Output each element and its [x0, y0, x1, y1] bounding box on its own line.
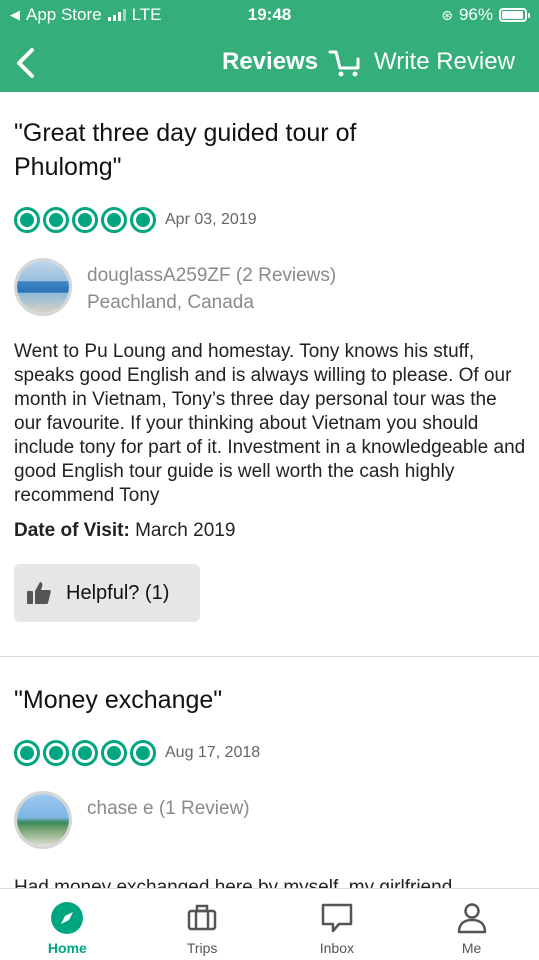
review-body: Went to Pu Loung and homestay. Tony know…	[14, 341, 526, 506]
review-title[interactable]: "Great three day guided tour of Phulomg"	[14, 116, 394, 184]
rating-bubble-icon	[43, 740, 69, 766]
author-block[interactable]: douglassA259ZF (2 Reviews) Peachland, Ca…	[14, 258, 525, 316]
status-bar: ◀ App Store LTE 19:48 ⊛ 96%	[0, 0, 539, 30]
cart-icon[interactable]	[328, 48, 362, 78]
tab-label: Me	[461, 940, 482, 956]
tab-label: Inbox	[319, 940, 354, 956]
compass-icon	[50, 901, 84, 935]
avatar[interactable]	[14, 258, 72, 316]
review-date: Aug 17, 2018	[165, 744, 261, 761]
chevron-left-icon[interactable]	[12, 46, 40, 80]
rating-bubble-icon	[72, 740, 98, 766]
author-info: chase e (1 Review)	[87, 795, 250, 822]
rating-bubbles	[14, 207, 156, 233]
rating-bubble-icon	[72, 207, 98, 233]
rating-bubble-icon	[101, 740, 127, 766]
date-of-visit: Date of Visit: March 2019	[14, 520, 525, 542]
tab-label: Trips	[186, 940, 218, 956]
visit-value: March 2019	[135, 520, 236, 541]
divider	[0, 656, 539, 657]
tab-me[interactable]: Me	[404, 889, 539, 960]
review-title[interactable]: "Money exchange"	[14, 683, 394, 717]
status-right: ⊛ 96%	[441, 5, 530, 25]
author-block[interactable]: chase e (1 Review)	[14, 791, 525, 849]
review-body: Had money exchanged here by myself, my g…	[14, 877, 453, 888]
thumbs-up-icon	[27, 582, 51, 604]
author-name[interactable]: chase e (1 Review)	[87, 795, 250, 822]
avatar[interactable]	[14, 791, 72, 849]
author-info: douglassA259ZF (2 Reviews) Peachland, Ca…	[87, 262, 336, 316]
battery-percent: 96%	[458, 5, 493, 24]
rating-row: Aug 17, 2018	[14, 739, 525, 767]
author-name[interactable]: douglassA259ZF (2 Reviews)	[87, 262, 336, 289]
tab-label: Home	[47, 940, 87, 956]
review-card: "Money exchange" Aug 17, 2018 chase e (1…	[0, 683, 539, 888]
rating-bubble-icon	[130, 207, 156, 233]
review-card: "Great three day guided tour of Phulomg"…	[0, 116, 539, 657]
tab-inbox[interactable]: Inbox	[270, 889, 405, 960]
write-review-button[interactable]: Write Review	[374, 48, 515, 76]
message-icon	[320, 901, 354, 935]
rotation-lock-icon: ⊛	[441, 6, 453, 23]
rating-row: Apr 03, 2019	[14, 206, 525, 234]
rating-bubble-icon	[14, 207, 40, 233]
helpful-button[interactable]: Helpful? (1)	[14, 564, 200, 622]
tab-home[interactable]: Home	[0, 889, 135, 960]
rating-bubble-icon	[101, 207, 127, 233]
tab-bar: Home Trips Inbox Me	[0, 888, 539, 960]
rating-bubble-icon	[43, 207, 69, 233]
review-date: Apr 03, 2019	[165, 211, 257, 228]
helpful-label: Helpful? (1)	[66, 581, 170, 604]
top-bar: ◀ App Store LTE 19:48 ⊛ 96% Reviews Writ…	[0, 0, 539, 92]
page-title: Reviews	[222, 48, 319, 75]
suitcase-icon	[185, 901, 219, 935]
visit-label: Date of Visit:	[14, 520, 130, 541]
person-icon	[455, 901, 489, 935]
rating-bubbles	[14, 740, 156, 766]
battery-icon	[499, 8, 530, 22]
tab-trips[interactable]: Trips	[135, 889, 270, 960]
rating-bubble-icon	[130, 740, 156, 766]
nav-bar: Reviews Write Review	[0, 36, 539, 88]
author-location: Peachland, Canada	[87, 292, 254, 313]
reviews-list[interactable]: "Great three day guided tour of Phulomg"…	[0, 92, 539, 888]
rating-bubble-icon	[14, 740, 40, 766]
